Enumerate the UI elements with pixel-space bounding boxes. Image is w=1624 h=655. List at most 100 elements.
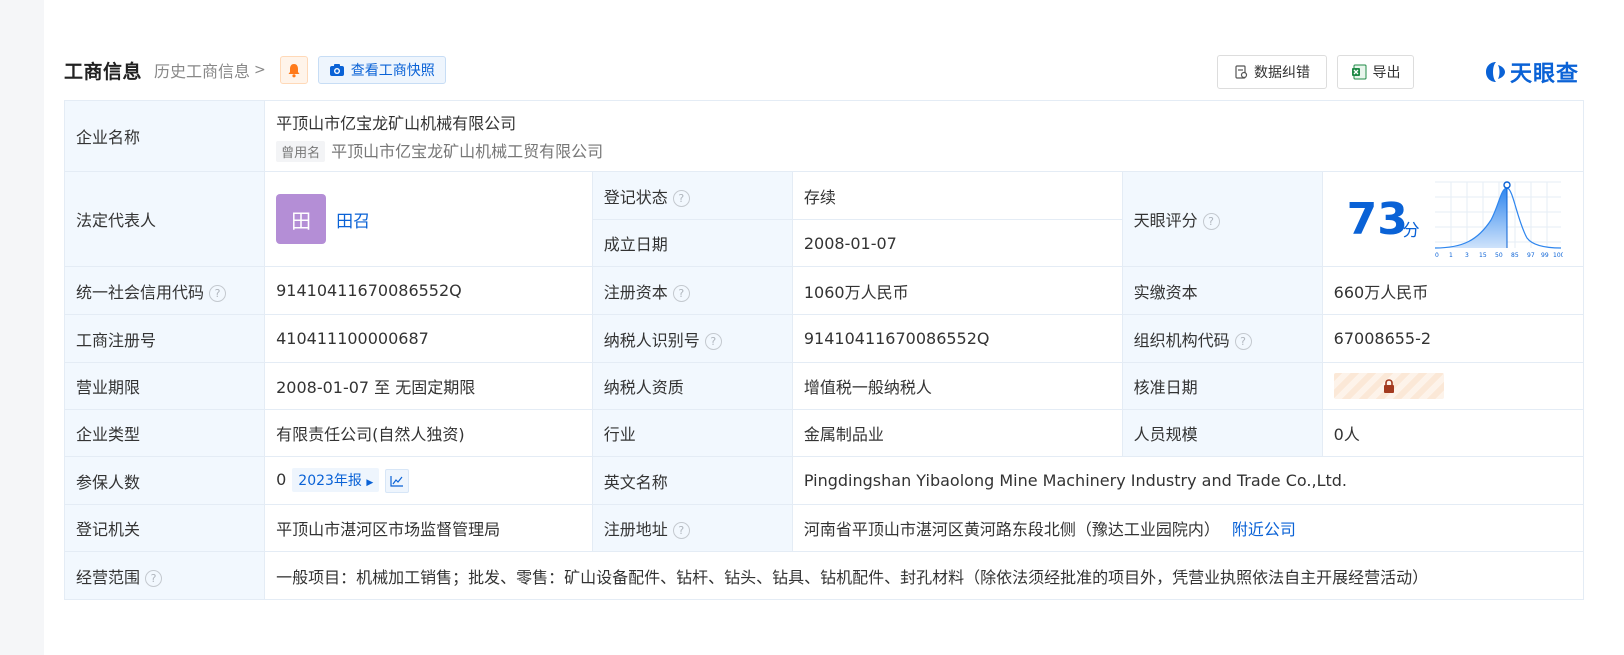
brand-name: 天眼查 <box>1510 62 1580 87</box>
label-text: 天眼评分 <box>1133 211 1198 230</box>
camera-icon <box>329 64 344 76</box>
label-taxpayer-type: 纳税人资质 <box>591 362 793 410</box>
table-row: 企业类型 有限责任公司(自然人独资) 行业 金属制品业 人员规模 0人 <box>63 409 1585 457</box>
address-cell: 河南省平顶山市湛河区黄河路东段北侧（豫达工业园院内） 附近公司 <box>791 504 1585 552</box>
line-chart-icon <box>390 475 404 487</box>
monitor-bell-button[interactable] <box>279 56 308 84</box>
address-value: 河南省平顶山市湛河区黄河路东段北侧（豫达工业园院内） <box>803 520 1220 539</box>
taxpayer-id-value: 91410411670086552Q <box>791 314 1123 363</box>
english-name-value: Pingdingshan Yibaolong Mine Machinery In… <box>791 456 1585 505</box>
tianyancha-logo: 天眼查 <box>1484 57 1579 87</box>
tick-label: 85 <box>1511 252 1519 259</box>
table-row: 法定代表人 田田召 登记状态? 存续 天眼评分? 73 分 0 1 3 15 5… <box>63 171 1585 267</box>
score-value: 73 <box>1346 194 1408 245</box>
company-name: 平顶山市亿宝龙矿山机械有限公司 <box>276 114 517 133</box>
label-approve-date: 核准日期 <box>1121 362 1323 410</box>
paid-capital-value: 660万人民币 <box>1321 266 1585 315</box>
taxpayer-type-value: 增值税一般纳税人 <box>791 362 1123 410</box>
help-icon[interactable]: ? <box>145 569 163 587</box>
authority-value: 平顶山市湛河区市场监督管理局 <box>264 504 593 552</box>
label-text: 注册地址 <box>603 520 668 539</box>
former-name-tag: 曾用名 <box>276 141 326 162</box>
tick-label: 0 <box>1435 252 1439 259</box>
label-insured: 参保人数 <box>63 456 266 505</box>
table-row: 经营范围? 一般项目：机械加工销售；批发、零售：矿山设备配件、钻杆、钻头、钻具、… <box>63 551 1584 600</box>
score-distribution-chart: 0 1 3 15 50 85 97 99 100 <box>1434 181 1563 259</box>
document-edit-icon <box>1235 65 1248 79</box>
former-name-row: 曾用名 平顶山市亿宝龙矿山机械工贸有限公司 <box>276 138 1572 162</box>
label-text: 统一社会信用代码 <box>76 282 205 302</box>
tick-label: 3 <box>1465 252 1469 259</box>
label-taxpayer-id: 纳税人识别号? <box>591 314 793 363</box>
help-icon[interactable]: ? <box>1234 332 1252 350</box>
scope-value: 一般项目：机械加工销售；批发、零售：矿山设备配件、钻杆、钻头、钻具、钻机配件、封… <box>264 551 1584 600</box>
label-paid-capital: 实缴资本 <box>1121 266 1323 315</box>
label-score: 天眼评分? <box>1121 171 1323 267</box>
tick-label: 100 <box>1553 252 1563 259</box>
former-name: 平顶山市亿宝龙矿山机械工贸有限公司 <box>331 142 604 161</box>
company-name-cell: 平顶山市亿宝龙矿山机械有限公司 曾用名 平顶山市亿宝龙矿山机械工贸有限公司 <box>264 100 1584 172</box>
label-english: 英文名称 <box>591 456 793 505</box>
table-row: 工商注册号 410411100000687 纳税人识别号? 9141041167… <box>63 314 1585 363</box>
score-unit: 分 <box>1402 221 1420 241</box>
trend-chart-button[interactable] <box>385 468 410 493</box>
help-icon[interactable]: ? <box>672 284 690 302</box>
reg-status-value: 存续 <box>791 171 1123 220</box>
label-type: 企业类型 <box>63 409 266 457</box>
label-credit-code: 统一社会信用代码? <box>63 266 266 315</box>
export-label: 导出 <box>1372 65 1401 81</box>
label-est-date: 成立日期 <box>591 219 793 267</box>
label-company-name: 企业名称 <box>63 100 266 172</box>
score-axis-ticks: 0 1 3 15 50 85 97 99 100 <box>1435 252 1563 259</box>
table-row: 统一社会信用代码? 91410411670086552Q 注册资本? 1060万… <box>63 266 1585 315</box>
data-correction-label: 数据纠错 <box>1254 65 1310 81</box>
help-icon[interactable]: ? <box>704 332 722 350</box>
nearby-companies-link[interactable]: 附近公司 <box>1232 520 1296 539</box>
lock-icon <box>1383 378 1394 393</box>
export-button[interactable]: 导出 <box>1337 55 1414 89</box>
section-header: 工商信息 历史工商信息 > 查看工商快照 <box>64 56 446 84</box>
snapshot-button[interactable]: 查看工商快照 <box>317 56 446 84</box>
table-row: 登记机关 平顶山市湛河区市场监督管理局 注册地址? 河南省平顶山市湛河区黄河路东… <box>63 504 1585 552</box>
label-legal-rep: 法定代表人 <box>63 171 266 267</box>
label-reg-capital: 注册资本? <box>591 266 793 315</box>
score-marker-pin <box>1502 181 1511 189</box>
label-text: 登记状态 <box>603 187 668 207</box>
tick-label: 50 <box>1495 252 1503 259</box>
tick-label: 99 <box>1541 252 1549 259</box>
business-info-table: 企业名称 平顶山市亿宝龙矿山机械有限公司 曾用名 平顶山市亿宝龙矿山机械工贸有限公… <box>63 100 1585 600</box>
label-reg-status: 登记状态? <box>591 171 793 220</box>
score-cell[interactable]: 73 分 0 1 3 15 50 85 97 99 100 <box>1321 171 1585 267</box>
help-icon[interactable]: ? <box>1202 213 1220 230</box>
history-label: 历史工商信息 <box>154 62 251 81</box>
help-icon[interactable]: ? <box>672 189 690 207</box>
label-authority: 登记机关 <box>63 504 266 552</box>
reg-capital-value: 1060万人民币 <box>791 266 1123 315</box>
legal-rep-link[interactable]: 田召 <box>336 212 370 232</box>
label-industry: 行业 <box>591 409 793 457</box>
label-address: 注册地址? <box>591 504 793 552</box>
chevron-right-icon: > <box>254 62 266 78</box>
label-org-code: 组织机构代码? <box>1121 314 1323 363</box>
label-term: 营业期限 <box>63 362 266 410</box>
section-title: 工商信息 <box>64 60 143 83</box>
org-code-value: 67008655-2 <box>1321 314 1585 363</box>
help-icon[interactable]: ? <box>209 284 227 302</box>
help-icon[interactable]: ? <box>672 522 690 539</box>
est-date-value: 2008-01-07 <box>791 219 1123 267</box>
staff-value: 0人 <box>1321 409 1585 457</box>
brand-eye-icon <box>1486 62 1505 82</box>
type-value: 有限责任公司(自然人独资) <box>264 409 593 457</box>
label-text: 组织机构代码 <box>1133 330 1230 350</box>
data-correction-button[interactable]: 数据纠错 <box>1217 55 1327 89</box>
snapshot-label: 查看工商快照 <box>350 63 435 79</box>
table-row: 参保人数 0 2023年报 ▶ 英文名称 Pingdingshan Yibaolo… <box>63 456 1585 505</box>
label-staff: 人员规模 <box>1121 409 1323 457</box>
legal-rep-cell: 田田召 <box>264 171 593 267</box>
insured-value: 0 <box>276 470 287 490</box>
locked-value-button[interactable] <box>1333 373 1444 399</box>
history-link[interactable]: 历史工商信息 > <box>154 58 266 82</box>
table-row: 企业名称 平顶山市亿宝龙矿山机械有限公司 曾用名 平顶山市亿宝龙矿山机械工贸有限公… <box>63 100 1584 172</box>
avatar[interactable]: 田 <box>276 194 327 244</box>
annual-report-year-button[interactable]: 2023年报 ▶ <box>292 468 380 493</box>
